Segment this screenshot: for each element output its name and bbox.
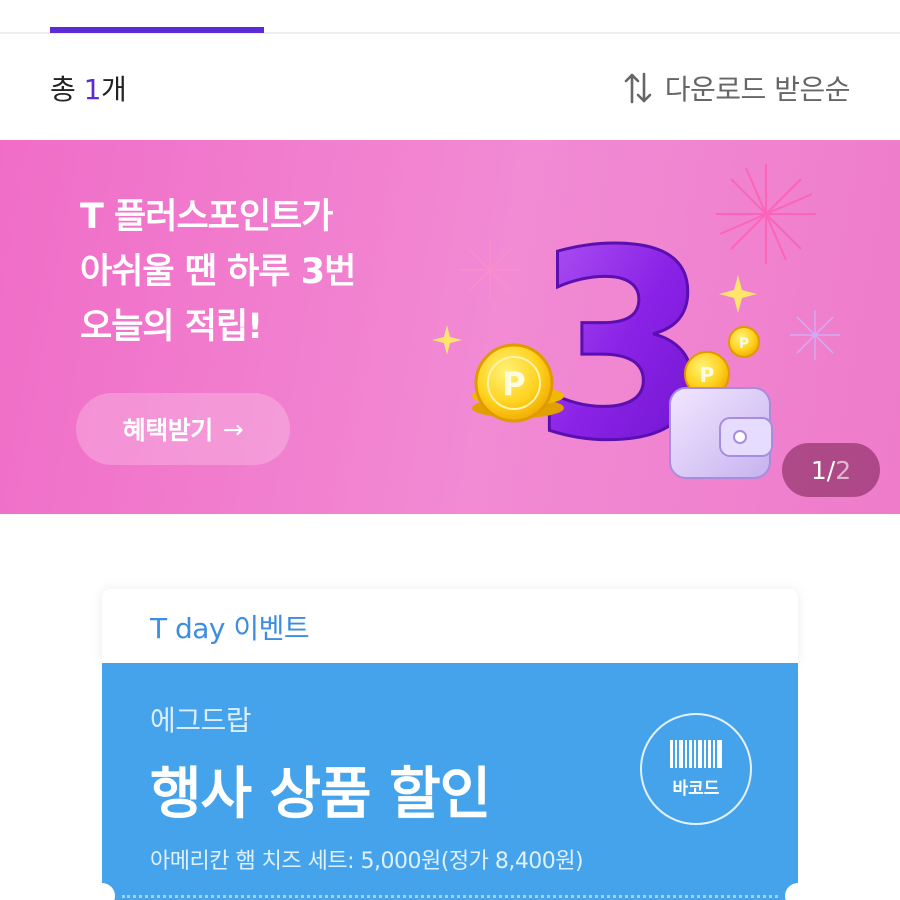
sparkle-icon [432, 325, 462, 355]
total-number: 1 [83, 73, 102, 106]
coin-icon: P [728, 326, 760, 358]
total-count: 총 1개 [50, 68, 127, 108]
coin-mark: P [502, 365, 525, 403]
promo-banner[interactable]: T 플러스포인트가 아쉬울 땐 하루 3번 오늘의 적립! 혜택받기 → 3 P… [0, 140, 900, 514]
barcode-button[interactable]: 바코드 [640, 713, 752, 825]
pager-separator: / [826, 455, 836, 485]
sparkle-icon [719, 275, 757, 313]
benefit-button-label: 혜택받기 [122, 416, 214, 445]
coin-mark: P [739, 336, 749, 352]
tab-bar [0, 0, 900, 34]
coupon-header: T day 이벤트 [102, 589, 798, 663]
coupon-description: 아메리칸 햄 치즈 세트: 5,000원(정가 8,400원) [150, 849, 584, 874]
coupon-card[interactable]: T day 이벤트 에그드랍 행사 상품 할인 아메리칸 햄 치즈 세트: 5,… [89, 589, 811, 900]
barcode-icon [670, 739, 722, 768]
wallet-icon [669, 387, 773, 479]
coupon-title: 행사 상품 할인 [150, 762, 491, 827]
coupon-brand: 에그드랍 [150, 704, 252, 737]
firework-icon [460, 240, 520, 300]
total-prefix: 총 [50, 73, 84, 106]
sort-icon [624, 72, 652, 104]
coin-mark: P [700, 363, 715, 387]
pager-total: 2 [835, 455, 852, 485]
firework-icon [716, 164, 816, 264]
coupon-tag: T day 이벤트 [150, 612, 310, 645]
coupon-notch [785, 883, 811, 900]
pager-current: 1 [810, 455, 827, 485]
coupon-body: 에그드랍 행사 상품 할인 아메리칸 햄 치즈 세트: 5,000원(정가 8,… [102, 663, 798, 900]
list-header: 총 1개 다운로드 받은순 [0, 34, 900, 140]
coupon-perforation [122, 895, 778, 898]
total-suffix: 개 [101, 73, 127, 106]
banner-pager: 1/2 [782, 443, 880, 497]
sort-button[interactable]: 다운로드 받은순 [623, 68, 851, 108]
firework-icon [790, 310, 840, 360]
banner-title: T 플러스포인트가 아쉬울 땐 하루 3번 오늘의 적립! [80, 190, 356, 355]
banner-title-line: T 플러스포인트가 [80, 197, 333, 237]
benefit-button[interactable]: 혜택받기 → [76, 393, 290, 465]
banner-title-line: 아쉬울 땐 하루 3번 [80, 252, 356, 292]
tab-active-indicator [50, 27, 264, 33]
arrow-right-icon: → [222, 414, 244, 444]
banner-title-line: 오늘의 적립! [80, 307, 263, 347]
barcode-label: 바코드 [672, 778, 720, 799]
sort-label: 다운로드 받은순 [664, 73, 851, 106]
